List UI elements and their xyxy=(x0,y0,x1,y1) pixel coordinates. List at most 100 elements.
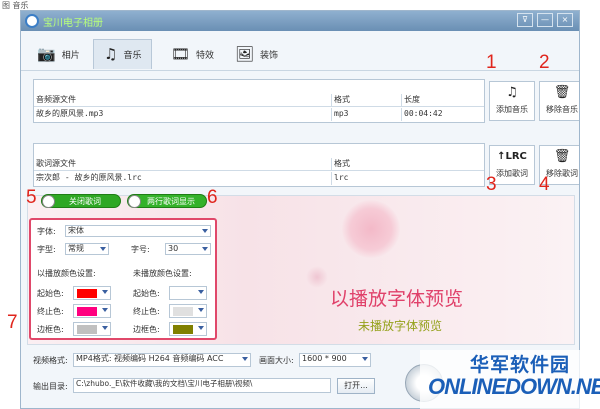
close-button[interactable]: × xyxy=(557,13,573,27)
tab-label: 相片 xyxy=(61,50,80,61)
callout-number: 4 xyxy=(539,174,550,195)
toggle-knob xyxy=(128,194,141,208)
close-lyrics-toggle[interactable]: 关闭歌词 xyxy=(41,194,121,208)
column-header: 长度 xyxy=(404,95,420,104)
font-label: 字体: xyxy=(37,227,56,236)
tab-effects[interactable]: 🎞 特效 xyxy=(161,39,224,69)
window-controls: ⊽ — × xyxy=(517,13,573,27)
chevron-down-icon xyxy=(362,357,368,361)
app-logo-icon xyxy=(25,14,39,28)
table-row[interactable]: 故乡的原风景.mp3 mp3 00:04:42 xyxy=(34,108,484,121)
callout-number: 5 xyxy=(26,187,37,208)
button-label: 添加音乐 xyxy=(496,105,528,114)
border-color-label: 边框色: xyxy=(133,325,160,334)
toggle-knob xyxy=(42,194,55,208)
tab-label: 装饰 xyxy=(260,50,279,61)
column-header: 格式 xyxy=(334,159,350,168)
watermark: 华军软件园 ONLINEDOWN.NET xyxy=(420,350,600,409)
two-line-lyrics-toggle[interactable]: 两行歌词显示 xyxy=(127,194,207,208)
chevron-down-icon xyxy=(198,308,204,312)
column-header: 音频源文件 xyxy=(34,94,332,106)
size-label: 字号: xyxy=(131,245,150,254)
size-stepper[interactable]: 30 xyxy=(165,243,211,255)
style-label: 字型: xyxy=(37,245,56,254)
add-music-button[interactable]: ♫ 添加音乐 xyxy=(489,81,535,121)
chevron-down-icon xyxy=(198,290,204,294)
end-color-label: 终止色: xyxy=(133,307,160,316)
played-colors-title: 以播放颜色设置: xyxy=(37,269,96,278)
video-format-label: 视频格式: xyxy=(33,356,68,365)
played-end-color-picker[interactable] xyxy=(73,304,111,318)
title-bar: 宝川电子相册 ⊽ — × xyxy=(21,11,579,31)
callout-number: 3 xyxy=(486,174,497,195)
music-file-table: 音频源文件 格式 长度 故乡的原风景.mp3 mp3 00:04:42 xyxy=(33,79,485,123)
open-folder-button[interactable]: 打开... xyxy=(337,378,375,394)
callout-number: 1 xyxy=(486,52,497,73)
select-value: 宋体 xyxy=(68,226,84,235)
chevron-down-icon xyxy=(102,308,108,312)
column-header: 歌词源文件 xyxy=(34,158,332,170)
unplayed-text-preview: 未播放字体预览 xyxy=(358,319,443,333)
frame-size-select[interactable]: 1600 * 900 xyxy=(299,353,371,367)
style-select[interactable]: 常规 xyxy=(65,243,109,255)
video-format-select[interactable]: MP4格式: 视频编码 H264 音频编码 ACC xyxy=(73,353,251,367)
start-color-label: 起始色: xyxy=(37,289,64,298)
remove-music-button[interactable]: 🗑 移除音乐 xyxy=(539,81,579,121)
column-header: 格式 xyxy=(332,94,402,106)
stepper-arrows-icon xyxy=(202,247,208,251)
rose-image xyxy=(306,266,328,288)
table-cell: lrc xyxy=(334,173,349,182)
page-caption: 图 音乐 xyxy=(2,1,29,10)
border-color-label: 边框色: xyxy=(37,325,64,334)
played-start-color-picker[interactable] xyxy=(73,286,111,300)
unplayed-border-color-picker[interactable] xyxy=(169,322,207,336)
trash-icon: 🗑 xyxy=(553,149,571,164)
played-border-color-picker[interactable] xyxy=(73,322,111,336)
font-select[interactable]: 宋体 xyxy=(65,225,211,237)
callout-number: 7 xyxy=(7,312,18,333)
unplayed-end-color-picker[interactable] xyxy=(169,304,207,318)
tab-label: 音乐 xyxy=(123,51,142,61)
chevron-down-icon xyxy=(198,326,204,330)
tab-music[interactable]: ♫ 音乐 xyxy=(93,39,153,69)
watermark-text: 华军软件园 xyxy=(470,354,571,376)
stepper-value: 30 xyxy=(168,244,179,253)
select-value: 常规 xyxy=(68,244,84,253)
played-text-preview: 以播放字体预览 xyxy=(330,288,464,310)
chevron-down-icon xyxy=(102,326,108,330)
table-cell: 宗次郎 - 故乡的原风景.lrc xyxy=(34,172,332,185)
end-color-label: 终止色: xyxy=(37,307,64,316)
image-icon: 🖼 xyxy=(235,44,255,63)
output-dir-input[interactable]: C:\zhubo._E\软件收藏\我的文档\宝川电子相册\视频\ xyxy=(73,378,331,393)
tab-photos[interactable]: 📷 相片 xyxy=(27,39,90,69)
color-swatch xyxy=(77,289,97,298)
chevron-down-icon xyxy=(202,229,208,233)
window-title: 宝川电子相册 xyxy=(43,18,103,29)
table-header-row: 音频源文件 格式 长度 xyxy=(34,94,484,107)
menu-dropdown-icon[interactable]: ⊽ xyxy=(517,13,533,27)
select-value: 1600 * 900 xyxy=(302,354,347,363)
table-header-row: 歌词源文件 格式 xyxy=(34,158,484,171)
add-music-icon: ♫ xyxy=(506,85,518,100)
music-note-icon: ♫ xyxy=(104,45,118,63)
lyrics-file-table: 歌词源文件 格式 宗次郎 - 故乡的原风景.lrc lrc xyxy=(33,143,485,187)
button-label: 移除音乐 xyxy=(546,105,578,114)
camera-icon: 📷 xyxy=(37,44,56,63)
add-lrc-icon: ↑LRC xyxy=(497,151,527,162)
minimize-button[interactable]: — xyxy=(537,13,553,27)
button-label: 添加歌词 xyxy=(496,169,528,178)
output-dir-label: 输出目录: xyxy=(33,382,68,391)
table-cell: 故乡的原风景.mp3 xyxy=(34,108,332,121)
start-color-label: 起始色: xyxy=(133,289,160,298)
color-swatch xyxy=(77,307,97,316)
tab-decorations[interactable]: 🖼 装饰 xyxy=(225,39,288,69)
color-swatch xyxy=(173,289,193,298)
table-row[interactable]: 宗次郎 - 故乡的原风景.lrc lrc xyxy=(34,172,484,185)
callout-number: 6 xyxy=(207,187,218,208)
chevron-down-icon xyxy=(100,247,106,251)
unplayed-start-color-picker[interactable] xyxy=(169,286,207,300)
color-swatch xyxy=(77,325,97,334)
select-value: MP4格式: 视频编码 H264 音频编码 ACC xyxy=(76,354,224,363)
trash-icon: 🗑 xyxy=(553,85,571,100)
effects-icon: 🎞 xyxy=(171,44,191,63)
